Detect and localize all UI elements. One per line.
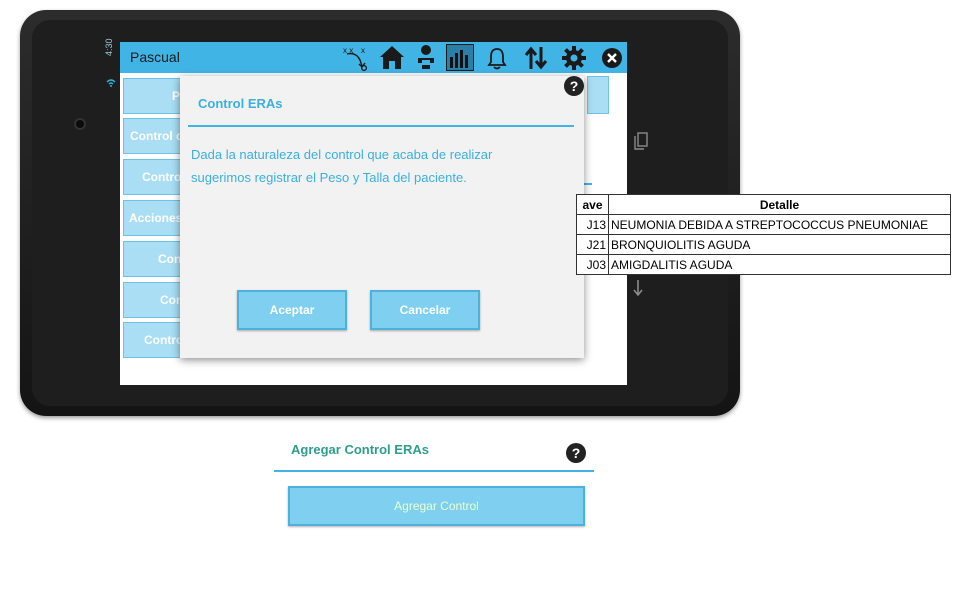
column-header-code: ave	[576, 194, 609, 215]
dialog-title: Control ERAs	[198, 96, 283, 111]
dialog-help-icon[interactable]: ?	[564, 76, 584, 96]
app-title: Pascual	[130, 49, 180, 65]
camera-icon	[74, 118, 86, 130]
control-eras-dialog: Control ERAs Dada la naturaleza del cont…	[180, 76, 584, 358]
column-header-detail: Detalle	[608, 194, 951, 215]
strategy-icon[interactable]: x x x	[342, 44, 372, 71]
diagnoses-table: ave Detalle J13 NEUMONIA DEBIDA A STREPT…	[576, 194, 951, 275]
diagnosis-detail: NEUMONIA DEBIDA A STREPTOCOCCUS PNEUMONI…	[608, 214, 951, 235]
top-right-button[interactable]	[587, 76, 609, 114]
diagnosis-code: J21	[576, 234, 609, 255]
section-title: Agregar Control ERAs	[291, 442, 429, 457]
dialog-message-line2: sugerimos registrar el Peso y Talla del …	[191, 170, 467, 185]
wifi-icon	[106, 78, 116, 91]
cancel-button[interactable]: Cancelar	[370, 290, 480, 330]
app-bar: Pascual x x x	[120, 42, 627, 73]
add-control-button[interactable]: Agregar Control	[288, 486, 585, 526]
dialog-divider	[188, 125, 574, 127]
table-header-row: ave Detalle	[576, 194, 951, 215]
svg-text:x: x	[361, 46, 365, 55]
diagnosis-detail: AMIGDALITIS AGUDA	[608, 254, 951, 275]
diagnosis-code: J03	[576, 254, 609, 275]
recent-apps-icon[interactable]	[634, 132, 648, 155]
chart-icon[interactable]	[446, 44, 474, 71]
diagnosis-detail: BRONQUIOLITIS AGUDA	[608, 234, 951, 255]
dialog-message-line1: Dada la naturaleza del control que acaba…	[191, 147, 493, 162]
status-time: 4:30	[104, 38, 114, 56]
home-icon[interactable]	[377, 44, 407, 71]
table-row[interactable]: J13 NEUMONIA DEBIDA A STREPTOCOCCUS PNEU…	[576, 214, 951, 235]
accept-button[interactable]: Aceptar	[237, 290, 347, 330]
sync-icon[interactable]	[522, 44, 550, 71]
table-row[interactable]: J03 AMIGDALITIS AGUDA	[576, 254, 951, 275]
section-help-icon[interactable]: ?	[566, 443, 586, 463]
gear-icon[interactable]	[560, 44, 588, 71]
baby-icon[interactable]	[412, 44, 440, 71]
back-icon[interactable]	[632, 278, 644, 303]
dialog-message: Dada la naturaleza del control que acaba…	[191, 143, 561, 189]
bell-icon[interactable]	[484, 44, 510, 71]
section-divider	[274, 470, 594, 472]
status-bar: 4:30	[104, 38, 118, 102]
stage: 4:30 Pascual x x x Control d Control Acc…	[0, 0, 956, 600]
table-row[interactable]: J21 BRONQUIOLITIS AGUDA	[576, 234, 951, 255]
close-icon[interactable]	[600, 44, 624, 71]
diagnosis-code: J13	[576, 214, 609, 235]
